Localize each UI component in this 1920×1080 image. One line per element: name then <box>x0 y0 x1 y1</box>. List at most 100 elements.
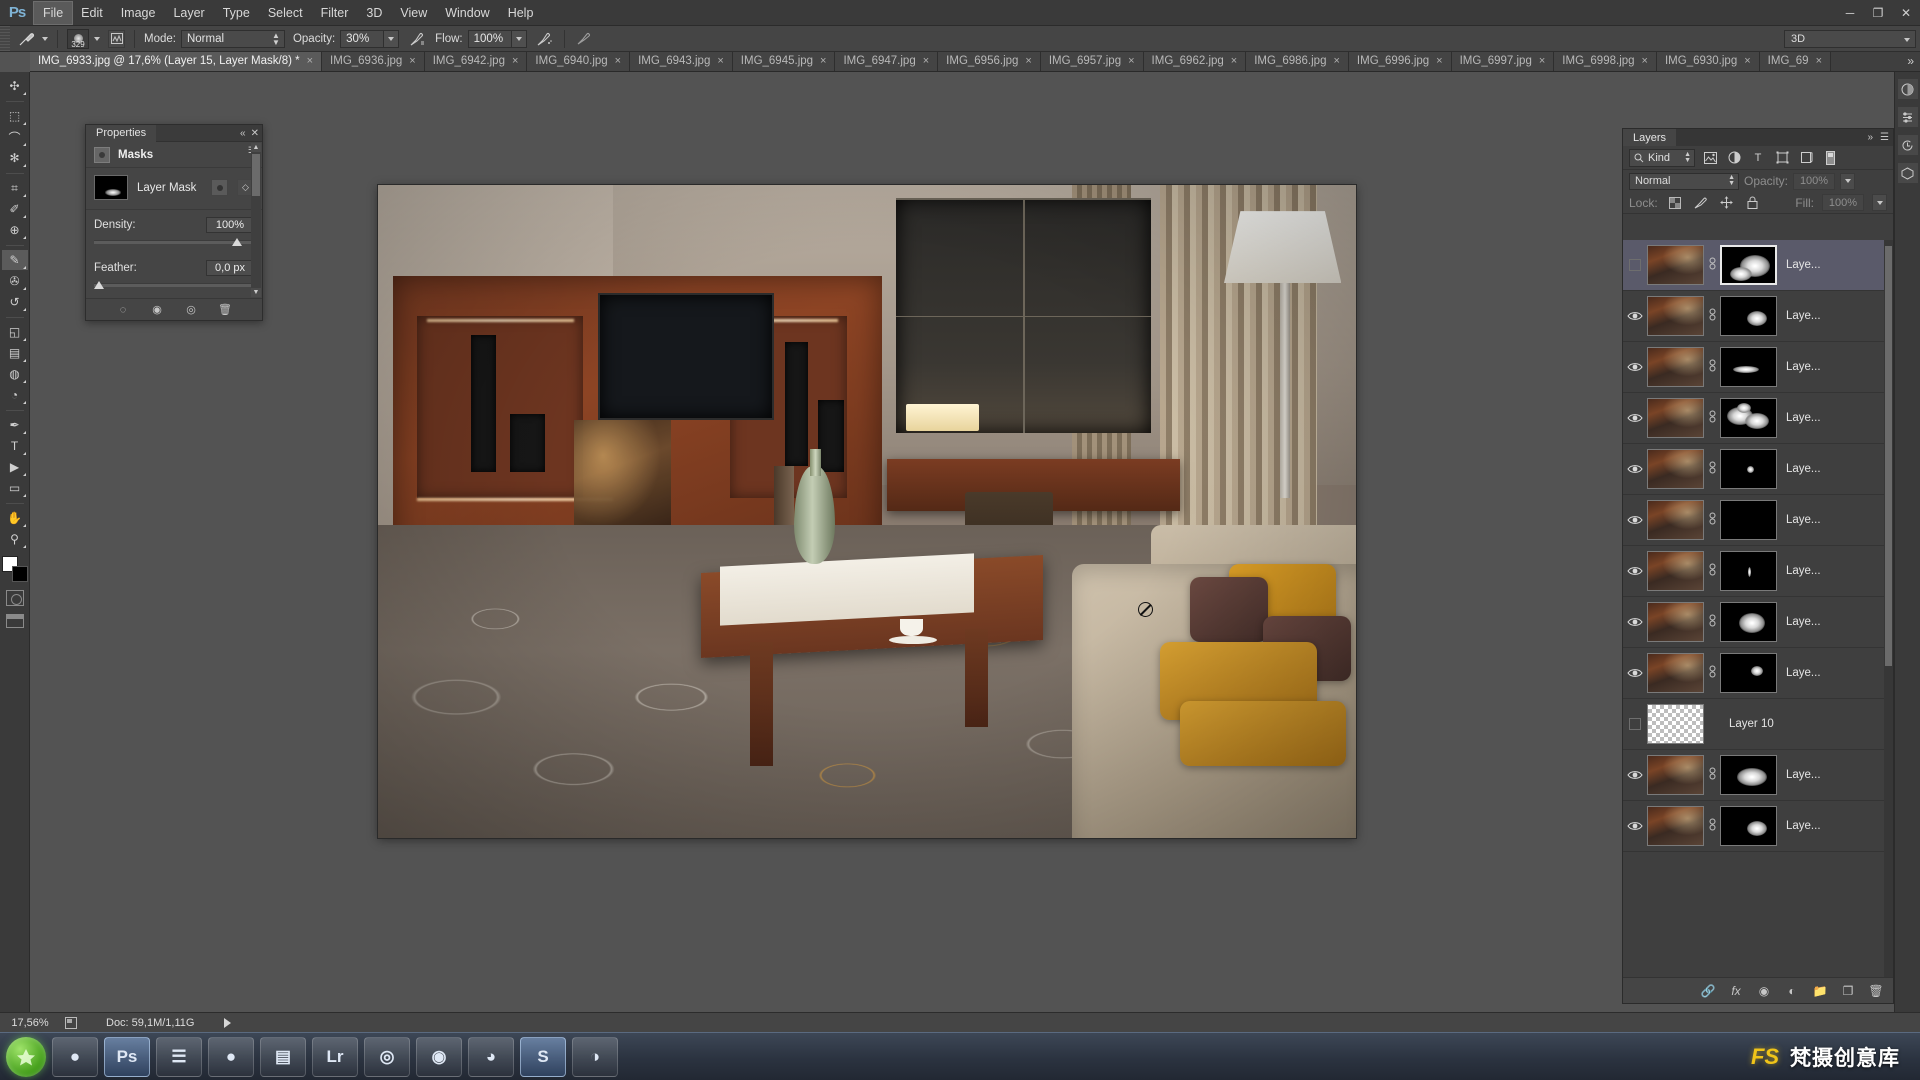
opacity-input[interactable]: 30% <box>340 29 385 48</box>
document-tab[interactable]: IMG_6933.jpg @ 17,6% (Layer 15, Layer Ma… <box>30 52 323 71</box>
mask-link-icon[interactable] <box>1704 563 1720 579</box>
document-tab[interactable]: IMG_6940.jpg × <box>527 52 631 71</box>
mask-link-icon[interactable] <box>1704 665 1720 681</box>
delete-mask-icon[interactable]: 🗑 <box>218 303 232 317</box>
add-mask-icon[interactable]: ◉ <box>1757 984 1771 998</box>
brush-tool[interactable]: ✎ <box>1 250 28 270</box>
scroll-down-icon[interactable]: ▼ <box>251 288 261 297</box>
type-tool[interactable]: T <box>2 436 28 456</box>
eye-visible-icon[interactable] <box>1623 801 1647 852</box>
tab-close-icon[interactable]: × <box>717 55 723 67</box>
layer-row[interactable]: Laye... <box>1623 393 1893 444</box>
tablet-pressure-icon[interactable] <box>574 29 594 49</box>
properties-scrollbar[interactable]: ▲ ▼ <box>251 143 261 297</box>
airbrush-icon[interactable] <box>535 29 555 49</box>
document-tab[interactable]: IMG_6930.jpg × <box>1656 52 1760 71</box>
mask-link-icon[interactable] <box>1704 308 1720 324</box>
filter-toggle-icon[interactable] <box>1821 149 1839 167</box>
layer-mask-thumbnail[interactable] <box>94 175 128 200</box>
density-control[interactable]: Density: 100% <box>86 212 262 246</box>
minimize-icon[interactable]: ─ <box>1836 0 1864 26</box>
scroll-up-icon[interactable]: ▲ <box>251 143 261 152</box>
eye-visible-icon[interactable] <box>1623 546 1647 597</box>
mask-link-icon[interactable] <box>1704 461 1720 477</box>
layer-row[interactable]: Laye... <box>1623 648 1893 699</box>
layer-thumbnail[interactable] <box>1647 806 1704 846</box>
taskbar-file-manager[interactable]: ☰ <box>156 1036 202 1077</box>
tab-close-icon[interactable]: × <box>820 55 826 67</box>
opacity-chevron-down-icon[interactable] <box>384 29 400 48</box>
layer-mask-thumbnail[interactable] <box>1720 500 1777 540</box>
mask-link-icon[interactable] <box>1704 818 1720 834</box>
taskbar-skype[interactable]: S <box>520 1036 566 1077</box>
color-chips[interactable] <box>1 556 28 582</box>
eye-visible-icon[interactable] <box>1623 648 1647 699</box>
menu-3d[interactable]: 3D <box>357 2 391 24</box>
delete-layer-icon[interactable]: 🗑 <box>1868 984 1883 998</box>
layer-opacity-chevron-down-icon[interactable] <box>1840 172 1856 190</box>
brush-tool-indicator[interactable] <box>14 26 52 52</box>
tab-close-icon[interactable]: × <box>1744 55 1750 67</box>
spot-healing-tool[interactable]: ⊕ <box>2 220 28 240</box>
feather-slider-handle[interactable] <box>94 281 104 289</box>
layers-scrollbar[interactable] <box>1884 240 1893 977</box>
tab-close-icon[interactable]: × <box>1333 55 1339 67</box>
eye-hidden-icon[interactable] <box>1623 240 1647 291</box>
background-color-swatch[interactable] <box>11 566 28 582</box>
color-panel-icon[interactable] <box>1896 78 1919 100</box>
layer-mask-thumbnail[interactable] <box>1720 347 1777 387</box>
lock-image-icon[interactable] <box>1692 194 1710 212</box>
document-tab[interactable]: IMG_6996.jpg × <box>1348 52 1452 71</box>
layer-mask-thumbnail[interactable] <box>1720 653 1777 693</box>
document-tab[interactable]: IMG_6986.jpg × <box>1246 52 1349 71</box>
eye-visible-icon[interactable] <box>1623 750 1647 801</box>
document-tab[interactable]: IMG_6942.jpg × <box>424 52 528 71</box>
menu-view[interactable]: View <box>391 2 436 24</box>
close-icon[interactable]: ✕ <box>251 128 259 139</box>
start-button[interactable] <box>6 1036 46 1077</box>
layer-mask-thumbnail[interactable] <box>1720 449 1777 489</box>
eye-visible-icon[interactable] <box>1623 291 1647 342</box>
menu-help[interactable]: Help <box>499 2 543 24</box>
scroll-thumb[interactable] <box>252 154 260 196</box>
gradient-tool[interactable]: ▤ <box>2 343 28 363</box>
new-group-icon[interactable]: 📁 <box>1813 984 1828 998</box>
eraser-tool[interactable]: ◱ <box>2 322 28 342</box>
tab-close-icon[interactable]: × <box>307 55 313 67</box>
document-tab[interactable]: IMG_6957.jpg × <box>1040 52 1144 71</box>
tab-overflow-button[interactable]: » <box>1901 52 1920 71</box>
menu-filter[interactable]: Filter <box>312 2 358 24</box>
move-tool[interactable]: ✣ <box>2 76 28 96</box>
tab-close-icon[interactable]: × <box>1539 55 1545 67</box>
eye-visible-icon[interactable] <box>1623 444 1647 495</box>
apply-mask-icon[interactable]: ◉ <box>150 303 164 317</box>
brush-panel-toggle[interactable] <box>104 26 129 52</box>
layer-blend-mode-select[interactable]: Normal ▲ ▼ <box>1629 172 1739 190</box>
menu-file[interactable]: File <box>32 0 74 25</box>
document-tab[interactable]: IMG_6997.jpg × <box>1451 52 1555 71</box>
layer-row[interactable]: Laye... <box>1623 495 1893 546</box>
tab-close-icon[interactable]: × <box>512 55 518 67</box>
menu-image[interactable]: Image <box>112 2 165 24</box>
layer-mask-thumbnail[interactable] <box>1720 398 1777 438</box>
density-slider-handle[interactable] <box>232 238 242 246</box>
layer-row[interactable]: Layer 10 <box>1623 699 1893 750</box>
layer-style-icon[interactable]: fx <box>1729 984 1743 998</box>
density-value[interactable]: 100% <box>206 217 254 233</box>
menu-layer[interactable]: Layer <box>164 2 213 24</box>
adjustment-filter-icon[interactable] <box>1725 149 1743 167</box>
layer-thumbnail[interactable] <box>1647 500 1704 540</box>
taskbar-media-player[interactable]: ● <box>52 1036 98 1077</box>
tab-close-icon[interactable]: × <box>923 55 929 67</box>
restore-icon[interactable]: ❐ <box>1864 0 1892 26</box>
document-tab[interactable]: IMG_6943.jpg × <box>630 52 733 71</box>
document-tab[interactable]: IMG_69 × <box>1759 52 1832 71</box>
hand-tool[interactable]: ✋ <box>2 508 28 528</box>
disable-mask-icon[interactable]: ◎ <box>184 303 198 317</box>
document-tab[interactable]: IMG_6998.jpg × <box>1554 52 1657 71</box>
mask-link-icon[interactable] <box>1704 410 1720 426</box>
load-selection-icon[interactable]: ◌ <box>116 303 130 317</box>
layer-thumbnail[interactable] <box>1647 296 1704 336</box>
layer-row[interactable]: Laye... <box>1623 750 1893 801</box>
layer-list[interactable]: Laye... Laye... Laye... Laye... Laye... Laye.… <box>1623 240 1893 977</box>
